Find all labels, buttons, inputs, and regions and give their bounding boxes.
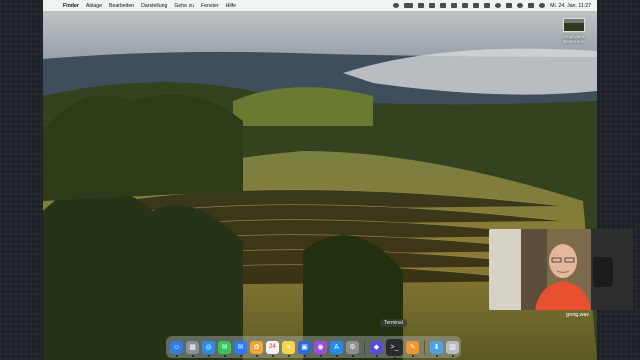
- dock-glyph: ▣: [301, 343, 308, 351]
- dock-glyph: ▦: [189, 343, 196, 351]
- dock-glyph: ◉: [317, 343, 324, 351]
- dock-glyph: ✉: [237, 343, 244, 351]
- calendar-icon[interactable]: 24: [266, 340, 279, 357]
- menu-extra-icon[interactable]: [404, 3, 414, 8]
- running-indicator: [351, 354, 354, 357]
- presenter-video: [489, 229, 633, 310]
- keyboard-icon[interactable]: [440, 3, 447, 8]
- running-indicator: [451, 354, 454, 357]
- running-indicator: [335, 354, 338, 357]
- screen-record-icon[interactable]: [393, 3, 400, 8]
- finder-icon[interactable]: ☺: [170, 340, 183, 357]
- dock-glyph: A: [334, 343, 339, 351]
- running-indicator: [175, 354, 178, 357]
- status-area: Mi. 24. Jan. 11:27: [393, 0, 591, 11]
- menu-bar: Finder Ablage Bearbeiten Darstellung Geh…: [43, 0, 597, 11]
- app-menu-finder[interactable]: Finder: [63, 3, 79, 9]
- running-indicator: [411, 354, 414, 357]
- desktop-file-name: Programme starten.mov: [563, 34, 585, 44]
- running-indicator: [271, 354, 274, 357]
- running-indicator: [319, 354, 322, 357]
- photos-icon[interactable]: ✿: [250, 340, 263, 357]
- running-indicator: [207, 354, 210, 357]
- running-indicator: [287, 354, 290, 357]
- running-indicator: [435, 354, 438, 357]
- podcasts-icon[interactable]: ◉: [314, 340, 327, 357]
- running-indicator: [239, 354, 242, 357]
- battery-icon[interactable]: [484, 3, 491, 8]
- siri-icon[interactable]: [539, 3, 546, 8]
- search-icon[interactable]: [517, 3, 524, 8]
- dock-glyph: ◎: [205, 343, 212, 351]
- keynote-icon[interactable]: ▣: [298, 340, 311, 357]
- safari-icon[interactable]: ◎: [202, 340, 215, 357]
- dock-separator: [364, 339, 365, 355]
- dock-glyph: 24: [269, 343, 276, 350]
- control-icon[interactable]: [418, 3, 425, 8]
- running-indicator: [223, 354, 226, 357]
- pages-icon[interactable]: ✎: [406, 340, 419, 357]
- webcam-overlay: [489, 229, 633, 310]
- system-settings-icon[interactable]: ⚙: [346, 340, 359, 357]
- notes-icon[interactable]: ≡: [282, 340, 295, 357]
- bluetooth-icon[interactable]: [462, 3, 469, 8]
- mail-icon[interactable]: ✉: [234, 340, 247, 357]
- shortcuts-icon[interactable]: ◆: [370, 340, 383, 357]
- menu-fenster[interactable]: Fenster: [201, 3, 219, 9]
- movie-thumbnail-icon: [563, 18, 585, 32]
- running-indicator: [191, 354, 194, 357]
- dock-glyph: ◆: [373, 343, 380, 351]
- control-center-icon[interactable]: [528, 3, 535, 8]
- terminal-icon[interactable]: >_: [386, 338, 403, 359]
- dock-glyph: ▥: [449, 343, 456, 351]
- dock-glyph: ⬇: [433, 343, 440, 351]
- dock-glyph: ✿: [253, 343, 260, 351]
- running-indicator: [393, 356, 396, 359]
- menu-gehe-zu[interactable]: Gehe zu: [174, 3, 194, 9]
- launchpad-icon[interactable]: ▦: [186, 340, 199, 357]
- menu-hilfe[interactable]: Hilfe: [226, 3, 236, 9]
- app-store-icon[interactable]: A: [330, 340, 343, 357]
- dock-glyph: ⚙: [349, 343, 356, 351]
- menu-bearbeiten[interactable]: Bearbeiten: [109, 3, 134, 9]
- messages-icon[interactable]: ✉: [218, 340, 231, 357]
- dock: ☺ ▦ ◎ ✉ ✉ ✿ 24 ≡ ▣ ◉ A ⚙ ◆ >_ ✎ ⬇ ▥: [166, 336, 461, 359]
- dock-separator: [424, 339, 425, 355]
- running-indicator: [375, 354, 378, 357]
- airplay-icon[interactable]: [506, 3, 513, 8]
- dock-glyph: ☺: [172, 343, 181, 351]
- desktop-file[interactable]: Programme starten.mov: [557, 18, 591, 44]
- dock-glyph: >_: [390, 343, 399, 351]
- menu-ablage[interactable]: Ablage: [86, 3, 102, 9]
- music-icon[interactable]: [451, 3, 458, 8]
- dock-glyph: ✎: [409, 343, 416, 351]
- menu-clock[interactable]: Mi. 24. Jan. 11:27: [550, 3, 591, 9]
- volume-icon[interactable]: [473, 3, 480, 8]
- wifi-icon[interactable]: [495, 3, 502, 8]
- running-indicator: [255, 354, 258, 357]
- trash-icon[interactable]: ▥: [446, 340, 459, 357]
- dock-glyph: ≡: [286, 343, 291, 351]
- dock-glyph: ✉: [221, 343, 228, 351]
- running-indicator: [303, 354, 306, 357]
- menu-darstellung[interactable]: Darstellung: [141, 3, 167, 9]
- downloads-folder-icon[interactable]: ⬇: [430, 340, 443, 357]
- dock-tooltip: Terminal: [380, 319, 407, 327]
- display-icon[interactable]: [429, 3, 436, 8]
- webcam-label: gong.wav: [566, 312, 590, 318]
